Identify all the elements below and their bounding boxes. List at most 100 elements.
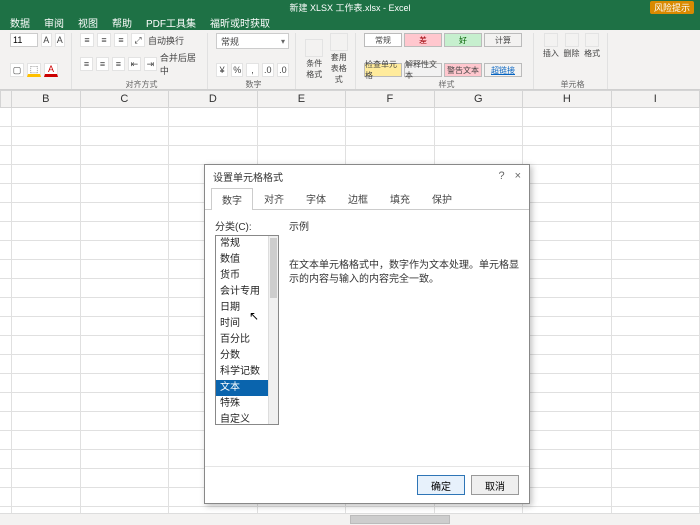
cell[interactable] <box>12 393 81 412</box>
wrap-text-button[interactable]: 自动换行 <box>148 34 184 47</box>
cell[interactable] <box>81 165 169 184</box>
style-warn[interactable]: 警告文本 <box>444 63 482 77</box>
cell[interactable] <box>612 146 700 165</box>
align-left-icon[interactable]: ≡ <box>80 57 93 71</box>
cell[interactable] <box>0 374 12 393</box>
cell[interactable] <box>523 336 611 355</box>
align-top-icon[interactable]: ≡ <box>80 33 94 47</box>
scrollbar-thumb[interactable] <box>350 515 450 524</box>
cell[interactable] <box>12 184 81 203</box>
menu-help[interactable]: 帮助 <box>112 15 132 30</box>
cell[interactable] <box>612 355 700 374</box>
cell[interactable] <box>612 108 700 127</box>
cell[interactable] <box>612 260 700 279</box>
dec-decimal-icon[interactable]: .0 <box>277 63 289 77</box>
cell[interactable] <box>0 450 12 469</box>
cell[interactable] <box>523 488 611 507</box>
cell[interactable] <box>12 146 81 165</box>
cell[interactable] <box>612 241 700 260</box>
border-icon[interactable]: ▢ <box>10 63 24 77</box>
cell[interactable] <box>81 241 169 260</box>
align-mid-icon[interactable]: ≡ <box>97 33 111 47</box>
cell[interactable] <box>0 355 12 374</box>
cell[interactable] <box>81 393 169 412</box>
cell[interactable] <box>612 298 700 317</box>
column-header[interactable]: G <box>435 90 523 108</box>
cell[interactable] <box>523 431 611 450</box>
cell[interactable] <box>0 127 12 146</box>
cell[interactable] <box>612 317 700 336</box>
cell[interactable] <box>12 336 81 355</box>
cell[interactable] <box>523 241 611 260</box>
cell[interactable] <box>523 298 611 317</box>
cell[interactable] <box>0 393 12 412</box>
menu-foxit[interactable]: 福昕或时获取 <box>210 15 270 30</box>
cell[interactable] <box>612 336 700 355</box>
cell[interactable] <box>612 279 700 298</box>
cell[interactable] <box>169 127 257 146</box>
inc-decimal-icon[interactable]: .0 <box>262 63 274 77</box>
cell[interactable] <box>81 317 169 336</box>
cell[interactable] <box>258 146 346 165</box>
cell[interactable] <box>523 374 611 393</box>
menu-view[interactable]: 视图 <box>78 15 98 30</box>
cell[interactable] <box>81 336 169 355</box>
cell[interactable] <box>523 108 611 127</box>
cell[interactable] <box>346 127 434 146</box>
cell[interactable] <box>523 222 611 241</box>
column-header[interactable]: E <box>258 90 346 108</box>
column-header[interactable]: H <box>523 90 611 108</box>
column-header[interactable] <box>0 90 12 108</box>
cell[interactable] <box>81 355 169 374</box>
style-good[interactable]: 好 <box>444 33 482 47</box>
increase-font-icon[interactable]: A <box>41 33 52 47</box>
category-listbox[interactable]: 常规数值货币会计专用日期时间百分比分数科学记数文本特殊自定义 <box>215 235 279 425</box>
cell[interactable] <box>435 146 523 165</box>
menu-data[interactable]: 数据 <box>10 15 30 30</box>
cell[interactable] <box>612 450 700 469</box>
delete-button[interactable]: 删除 <box>563 33 581 59</box>
cell[interactable] <box>523 469 611 488</box>
cell[interactable] <box>81 469 169 488</box>
conditional-format-button[interactable]: 条件格式 <box>304 39 325 80</box>
cell[interactable] <box>81 412 169 431</box>
cell[interactable] <box>612 184 700 203</box>
cell[interactable] <box>12 203 81 222</box>
cell[interactable] <box>12 488 81 507</box>
cell[interactable] <box>612 222 700 241</box>
cell[interactable] <box>0 336 12 355</box>
cell[interactable] <box>612 412 700 431</box>
cell[interactable] <box>12 469 81 488</box>
cell[interactable] <box>523 184 611 203</box>
cell[interactable] <box>0 317 12 336</box>
column-header[interactable]: B <box>12 90 81 108</box>
decrease-font-icon[interactable]: A <box>55 33 66 47</box>
cell[interactable] <box>12 241 81 260</box>
cell[interactable] <box>346 108 434 127</box>
cell[interactable] <box>612 127 700 146</box>
cell[interactable] <box>0 146 12 165</box>
cell[interactable] <box>435 108 523 127</box>
listbox-scrollbar[interactable] <box>268 236 278 424</box>
format-button[interactable]: 格式 <box>583 33 601 59</box>
cell[interactable] <box>612 203 700 222</box>
fill-color-icon[interactable]: ⬚ <box>27 63 41 77</box>
cell[interactable] <box>612 488 700 507</box>
cell[interactable] <box>612 374 700 393</box>
style-link[interactable]: 超链接 <box>484 63 522 77</box>
cell[interactable] <box>12 260 81 279</box>
cell[interactable] <box>523 355 611 374</box>
cell[interactable] <box>12 374 81 393</box>
tab-3[interactable]: 边框 <box>337 187 379 209</box>
cell[interactable] <box>523 203 611 222</box>
format-table-button[interactable]: 套用表格式 <box>329 33 350 85</box>
cell[interactable] <box>81 184 169 203</box>
cell[interactable] <box>12 431 81 450</box>
cell[interactable] <box>81 108 169 127</box>
tab-2[interactable]: 字体 <box>295 187 337 209</box>
cell[interactable] <box>81 146 169 165</box>
percent-icon[interactable]: % <box>231 63 243 77</box>
cell[interactable] <box>612 393 700 412</box>
tab-0[interactable]: 数字 <box>211 188 253 210</box>
cell[interactable] <box>523 260 611 279</box>
